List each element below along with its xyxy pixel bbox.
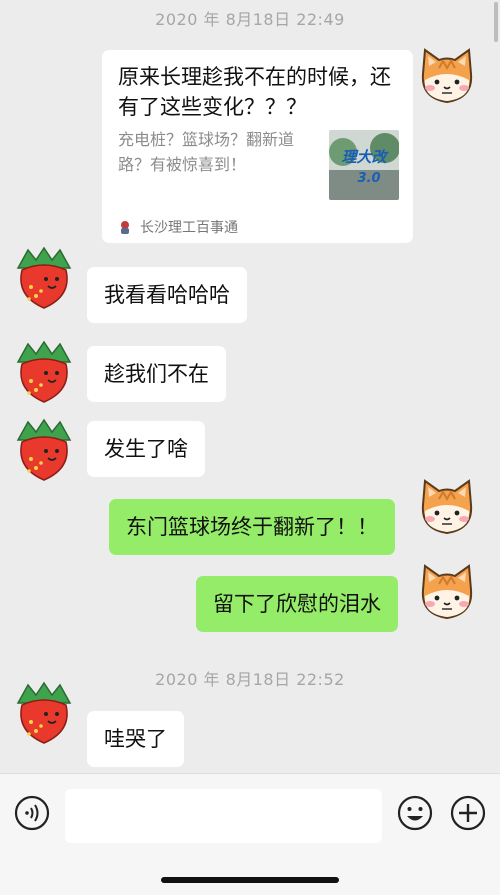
link-card-source: 长沙理工百事通: [118, 217, 238, 237]
voice-icon[interactable]: [13, 794, 51, 832]
message-bubble[interactable]: 哇哭了: [87, 711, 184, 767]
link-card-thumbnail: 理大改 3.0: [329, 130, 399, 200]
message-bubble[interactable]: 东门篮球场终于翻新了！！: [109, 499, 395, 555]
input-bar: [0, 773, 500, 895]
link-card-source-label: 长沙理工百事通: [140, 220, 238, 236]
home-indicator[interactable]: [161, 877, 339, 883]
cat-avatar[interactable]: [415, 562, 479, 626]
message-input[interactable]: [65, 789, 382, 843]
link-card-title: 原来长理趁我不在的时候，还有了这些变化？？？: [118, 65, 391, 119]
link-card[interactable]: 原来长理趁我不在的时候，还有了这些变化？？？ 充电桩？篮球场？翻新道路？有被惊喜…: [102, 50, 413, 243]
message-bubble[interactable]: 趁我们不在: [87, 346, 226, 402]
cat-avatar[interactable]: [415, 46, 479, 110]
plus-icon[interactable]: [449, 794, 487, 832]
svg-text:3.0: 3.0: [357, 171, 380, 186]
link-card-description: 充电桩？篮球场？翻新道路？有被惊喜到！: [118, 130, 295, 174]
timestamp: 2020 年 8月18日 22:49: [155, 10, 345, 29]
strawberry-avatar[interactable]: [12, 681, 76, 745]
strawberry-avatar[interactable]: [12, 418, 76, 482]
cat-avatar[interactable]: [415, 477, 479, 541]
message-bubble[interactable]: 留下了欣慰的泪水: [196, 576, 398, 632]
emoji-icon[interactable]: [396, 794, 434, 832]
source-logo-icon: [118, 220, 132, 234]
strawberry-avatar[interactable]: [12, 246, 76, 310]
svg-text:理大改: 理大改: [341, 148, 389, 166]
message-bubble[interactable]: 发生了啥: [87, 421, 205, 477]
message-bubble[interactable]: 我看看哈哈哈: [87, 267, 247, 323]
strawberry-avatar[interactable]: [12, 340, 76, 404]
